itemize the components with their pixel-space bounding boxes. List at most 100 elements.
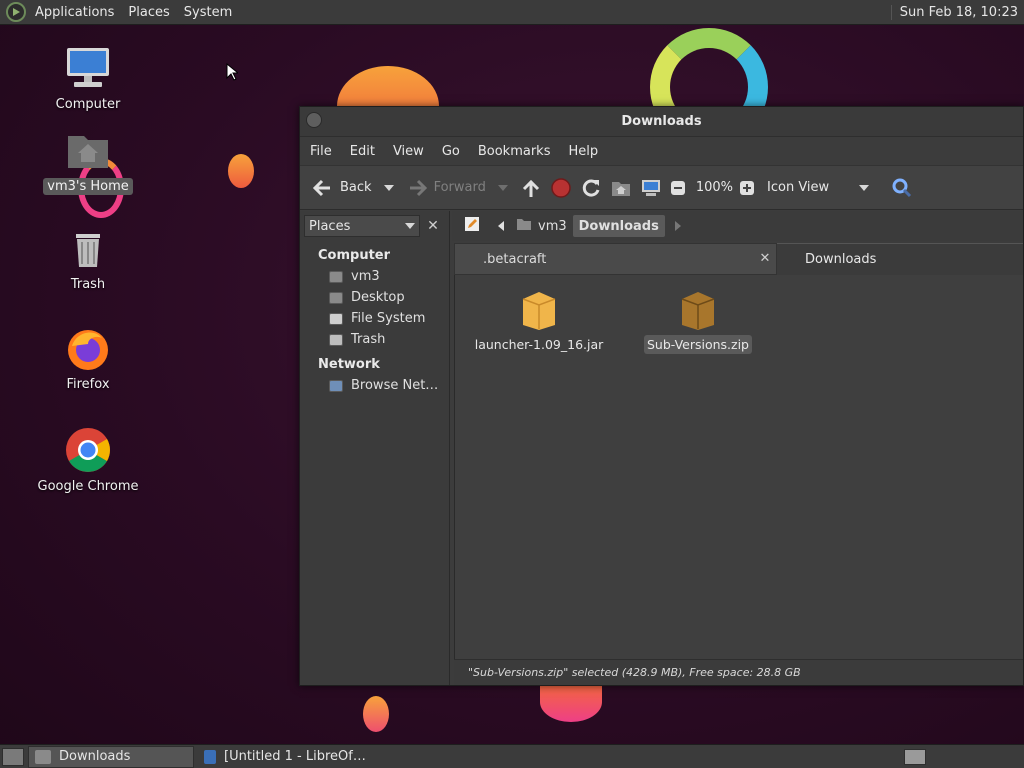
places-dropdown-icon	[405, 223, 415, 229]
sidebar-close-icon[interactable]: ✕	[422, 215, 444, 237]
folder-icon	[35, 749, 51, 764]
zip-archive-icon	[678, 289, 718, 331]
sidebar-item-label: vm3	[351, 269, 380, 284]
desktop-icon-label: Computer	[55, 97, 121, 112]
desktop-icon-trash[interactable]: Trash	[33, 224, 143, 293]
task-downloads[interactable]: Downloads	[28, 745, 194, 768]
wallpaper-bottom-blob	[540, 682, 602, 722]
places-select[interactable]: Places	[304, 215, 420, 237]
tab-downloads[interactable]: Downloads	[777, 243, 1023, 275]
top-panel: Applications Places System Sun Feb 18, 1…	[0, 0, 1024, 25]
drive-icon	[329, 312, 343, 325]
desktop-icon-home[interactable]: vm3's Home	[33, 126, 143, 195]
menubar: File Edit View Go Bookmarks Help	[300, 137, 1023, 165]
forward-button[interactable]: Forward	[402, 173, 490, 203]
reload-icon	[580, 177, 602, 199]
mouse-cursor-icon	[226, 63, 238, 81]
tab-betacraft[interactable]: .betacraft ✕	[454, 243, 777, 275]
system-menu[interactable]: System	[177, 5, 239, 20]
desktop-icon-computer[interactable]: Computer	[33, 44, 143, 113]
chevron-right-icon[interactable]	[674, 221, 681, 231]
path-segment-label: Downloads	[578, 218, 659, 234]
up-button[interactable]	[516, 173, 546, 203]
path-segment-downloads[interactable]: Downloads	[572, 215, 665, 237]
edit-location-button[interactable]	[458, 215, 486, 237]
sidebar-item-browse-network[interactable]: Browse Net…	[300, 375, 449, 396]
back-history-dropdown-icon[interactable]	[383, 184, 394, 191]
zoom-level[interactable]: 100%	[694, 173, 735, 203]
desktop-folder-icon	[329, 291, 343, 304]
menu-help[interactable]: Help	[559, 144, 607, 159]
menu-go[interactable]: Go	[433, 144, 469, 159]
home-button[interactable]	[606, 173, 636, 203]
tab-close-icon[interactable]: ✕	[758, 252, 772, 266]
sidebar-item-vm3[interactable]: vm3	[300, 266, 449, 287]
desktop-icon-firefox[interactable]: Firefox	[33, 324, 143, 393]
menu-edit[interactable]: Edit	[341, 144, 384, 159]
window-title: Downloads	[621, 114, 702, 129]
task-label: [Untitled 1 - LibreOf…	[224, 749, 366, 764]
desktop-icon-chrome[interactable]: Google Chrome	[33, 426, 143, 495]
file-icon-view[interactable]: launcher-1.09_16.jar Sub-Versions.zip	[454, 275, 1023, 659]
toolbar: Back Forward 100% Icon View	[300, 165, 1023, 210]
menu-view[interactable]: View	[384, 144, 433, 159]
status-text: "Sub-Versions.zip" selected (428.9 MB), …	[468, 666, 801, 679]
desktop-icon-label: vm3's Home	[43, 178, 133, 195]
computer-button[interactable]	[636, 173, 666, 203]
stop-button[interactable]	[546, 173, 576, 203]
writer-document-icon	[204, 749, 216, 764]
taskbar: Downloads [Untitled 1 - LibreOf…	[0, 744, 1024, 768]
menu-bookmarks[interactable]: Bookmarks	[469, 144, 560, 159]
applications-menu[interactable]: Applications	[28, 5, 121, 20]
file-manager-window: Downloads File Edit View Go Bookmarks He…	[299, 106, 1024, 686]
wallpaper-bottom-drop	[363, 696, 389, 732]
tab-bar: .betacraft ✕ Downloads	[454, 243, 1023, 275]
computer-icon	[640, 177, 662, 199]
chrome-icon	[64, 426, 112, 474]
workspace-switcher-icon[interactable]	[904, 748, 926, 765]
sidebar-item-label: File System	[351, 311, 426, 326]
zoom-out-icon	[670, 180, 686, 196]
path-scroll-left-button[interactable]	[492, 215, 510, 237]
search-button[interactable]	[887, 173, 923, 203]
task-libreoffice[interactable]: [Untitled 1 - LibreOf…	[198, 746, 372, 768]
path-segment-vm3[interactable]: vm3	[510, 215, 573, 237]
forward-arrow-icon	[406, 177, 428, 199]
window-titlebar[interactable]: Downloads	[300, 107, 1023, 137]
menu-file[interactable]: File	[300, 144, 341, 159]
sidebar-item-trash[interactable]: Trash	[300, 329, 449, 350]
wallpaper-orange-drop	[228, 154, 254, 188]
up-arrow-icon	[520, 177, 542, 199]
menu-logo-icon[interactable]	[6, 2, 26, 22]
file-name: launcher-1.09_16.jar	[474, 337, 604, 352]
trash-icon	[64, 224, 112, 272]
path-bar: vm3 Downloads	[452, 211, 1023, 241]
reload-button[interactable]	[576, 173, 606, 203]
show-desktop-icon[interactable]	[2, 747, 24, 766]
forward-label: Forward	[433, 180, 486, 195]
sidebar-heading-computer: Computer	[318, 248, 391, 263]
zoom-out-button[interactable]	[666, 173, 694, 203]
view-mode-dropdown-icon	[859, 184, 870, 191]
forward-history-dropdown-icon[interactable]	[497, 184, 508, 191]
trash-icon	[329, 333, 343, 346]
view-mode-select[interactable]: Icon View	[763, 173, 873, 203]
clock[interactable]: Sun Feb 18, 10:23	[890, 4, 1018, 20]
file-name: Sub-Versions.zip	[644, 335, 752, 354]
places-menu[interactable]: Places	[121, 5, 176, 20]
file-item-sub-versions-zip[interactable]: Sub-Versions.zip	[628, 289, 768, 354]
sidebar: Places ✕ Computer vm3 Desktop File Syste…	[300, 211, 450, 685]
tab-label: .betacraft	[483, 251, 547, 267]
task-label: Downloads	[59, 749, 131, 764]
computer-icon	[64, 44, 112, 92]
tab-label: Downloads	[805, 252, 877, 267]
view-mode-label: Icon View	[767, 180, 830, 195]
sidebar-item-desktop[interactable]: Desktop	[300, 287, 449, 308]
back-button[interactable]: Back	[308, 173, 376, 203]
window-close-icon[interactable]	[306, 112, 322, 128]
search-icon	[891, 177, 913, 199]
file-item-launcher-jar[interactable]: launcher-1.09_16.jar	[469, 289, 609, 354]
sidebar-item-file-system[interactable]: File System	[300, 308, 449, 329]
zoom-in-button[interactable]	[735, 173, 763, 203]
sidebar-item-label: Browse Net…	[351, 378, 439, 393]
